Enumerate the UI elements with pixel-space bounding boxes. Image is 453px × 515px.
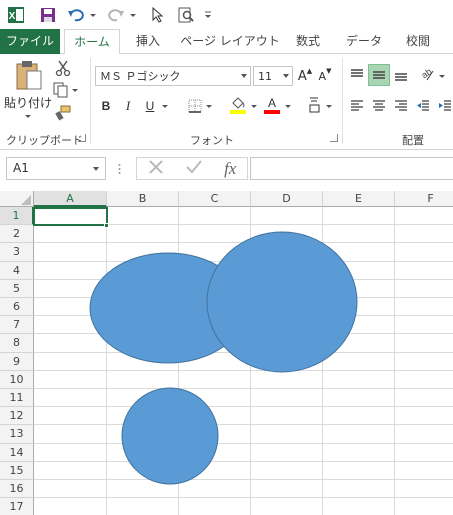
font-size-value: 11 <box>258 69 272 83</box>
ribbon-home: 貼り付け クリップボード ＭＳ Ｐゴシック 11 A ▲ A ▼ B I U A… <box>0 54 453 150</box>
alignment-group-label: 配置 <box>402 134 424 147</box>
font-name-select[interactable]: ＭＳ Ｐゴシック <box>95 66 251 86</box>
copy-dropdown-icon[interactable] <box>70 86 78 94</box>
tab-page-layout[interactable]: ページ レイアウト <box>180 29 280 54</box>
cut-icon[interactable] <box>54 59 72 77</box>
orientation-icon[interactable]: ab <box>416 64 436 86</box>
customize-qat-icon[interactable] <box>203 5 213 25</box>
fill-color-icon[interactable] <box>228 94 248 116</box>
ribbon-tab-bar: ファイル ホーム 挿入 ページ レイアウト 数式 データ 校閲 <box>0 29 453 55</box>
enter-icon[interactable] <box>185 159 203 178</box>
tab-review[interactable]: 校閲 <box>396 29 440 54</box>
redo-dropdown-icon[interactable] <box>128 5 136 25</box>
grow-font-label: A <box>297 68 307 84</box>
shapes-layer <box>89 231 358 485</box>
redo-icon[interactable] <box>106 5 126 25</box>
svg-text:A: A <box>268 96 276 110</box>
align-middle-icon[interactable] <box>368 64 390 86</box>
cancel-icon[interactable] <box>148 159 164 178</box>
bold-button[interactable]: B <box>98 96 114 116</box>
underline-dropdown-icon[interactable] <box>160 102 168 110</box>
align-bottom-icon[interactable] <box>392 64 410 86</box>
shrink-font-label: A <box>318 69 327 83</box>
formula-input[interactable] <box>250 157 453 180</box>
paste-icon[interactable] <box>8 58 50 92</box>
align-right-icon[interactable] <box>392 96 410 116</box>
paste-dropdown-icon[interactable] <box>22 112 32 120</box>
circle-shape-3[interactable] <box>121 387 219 485</box>
font-group-label: フォント <box>190 134 234 147</box>
insert-function-button[interactable]: fx <box>224 159 236 179</box>
align-center-icon[interactable] <box>370 96 388 116</box>
circle-shape-2[interactable] <box>206 231 358 373</box>
font-color-dropdown-icon[interactable] <box>283 102 291 110</box>
quick-access-toolbar: X <box>0 0 453 29</box>
decrease-indent-icon[interactable] <box>414 96 432 116</box>
orientation-dropdown-icon[interactable] <box>437 72 445 80</box>
undo-dropdown-icon[interactable] <box>88 5 96 25</box>
shrink-font-button[interactable]: A ▼ <box>316 66 334 86</box>
undo-icon[interactable] <box>66 5 86 25</box>
formula-bar: A1 fx <box>0 150 453 188</box>
borders-icon[interactable] <box>186 97 204 115</box>
format-painter-icon[interactable] <box>54 104 72 122</box>
tab-formulas[interactable]: 数式 <box>288 29 328 54</box>
print-preview-icon[interactable] <box>176 5 196 25</box>
group-separator <box>342 58 343 144</box>
font-size-select[interactable]: 11 <box>253 66 293 86</box>
align-top-icon[interactable] <box>348 64 366 86</box>
font-launcher-icon[interactable] <box>330 134 338 142</box>
tab-home[interactable]: ホーム <box>64 29 120 55</box>
worksheet-grid[interactable]: A B C D E F 1 2 3 4 5 6 7 8 9 10 11 12 13 14 15 16 17 <box>0 191 453 515</box>
increase-indent-icon[interactable] <box>436 96 453 116</box>
svg-text:X: X <box>9 11 16 22</box>
grow-font-button[interactable]: A ▲ <box>296 66 314 86</box>
italic-button[interactable]: I <box>120 96 136 116</box>
copy-icon[interactable] <box>52 81 70 99</box>
align-left-icon[interactable] <box>348 96 366 116</box>
font-name-value: ＭＳ Ｐゴシック <box>100 70 181 83</box>
tab-file[interactable]: ファイル <box>0 29 60 54</box>
paste-button[interactable]: 貼り付け <box>4 94 52 110</box>
name-box-dropdown-icon[interactable] <box>93 167 99 171</box>
underline-button[interactable]: U <box>142 96 158 116</box>
save-icon[interactable] <box>38 5 58 25</box>
clipboard-group-label: クリップボード <box>6 134 83 147</box>
tab-insert[interactable]: 挿入 <box>126 29 170 54</box>
fill-color-dropdown-icon[interactable] <box>249 102 257 110</box>
font-color-icon[interactable]: A <box>262 94 282 116</box>
tab-data[interactable]: データ <box>338 29 390 54</box>
formula-bar-grip-icon <box>118 162 121 176</box>
formula-buttons: fx <box>136 157 248 180</box>
phonetic-dropdown-icon[interactable] <box>324 102 332 110</box>
borders-dropdown-icon[interactable] <box>204 102 212 110</box>
group-separator <box>90 58 91 144</box>
name-box[interactable]: A1 <box>6 157 106 180</box>
pointer-icon[interactable] <box>148 5 168 25</box>
name-box-value: A1 <box>13 161 29 175</box>
excel-logo-icon: X <box>6 5 26 25</box>
clipboard-launcher-icon[interactable] <box>78 134 86 142</box>
phonetic-guide-icon[interactable] <box>306 94 324 116</box>
